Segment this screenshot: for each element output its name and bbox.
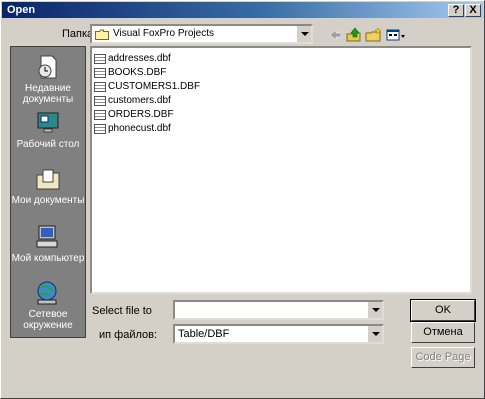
place-my-computer[interactable]: Мой компьютер (11, 223, 85, 264)
file-item[interactable]: CUSTOMERS1.DBF (94, 80, 200, 93)
file-item[interactable]: customers.dbf (94, 94, 171, 107)
look-in-arrow[interactable] (296, 26, 311, 42)
close-button[interactable]: X (465, 4, 481, 17)
folder-icon (95, 29, 109, 40)
cancel-button[interactable]: Отмена (411, 322, 475, 343)
place-label: Недавние документы (22, 83, 74, 105)
desktop-icon (37, 112, 59, 133)
file-item[interactable]: addresses.dbf (94, 52, 171, 65)
dbf-file-icon (94, 81, 106, 92)
ok-button[interactable]: OK (410, 299, 476, 322)
look-in-value: Visual FoxPro Projects (113, 28, 214, 39)
file-type-label: ип файлов: (99, 329, 158, 341)
recent-documents-icon (38, 55, 57, 79)
file-type-dropdown[interactable]: Table/DBF (173, 324, 384, 344)
dbf-file-icon (94, 123, 106, 134)
file-type-arrow[interactable] (367, 326, 382, 342)
up-folder-icon[interactable] (345, 27, 363, 43)
file-name-dropdown[interactable] (173, 300, 384, 320)
place-desktop[interactable]: Рабочий стол (11, 109, 85, 150)
network-icon (37, 281, 57, 305)
place-recent-documents[interactable]: Недавние документы (11, 53, 85, 105)
place-label: Рабочий стол (16, 139, 80, 150)
file-item[interactable]: ORDERS.DBF (94, 108, 174, 121)
help-button[interactable]: ? (448, 4, 464, 17)
places-bar: Недавние документы Рабочий стол Мои доку… (10, 46, 86, 338)
code-page-button[interactable]: Code Page (411, 347, 475, 368)
place-label: Сетевое окружение (23, 309, 73, 331)
my-documents-icon (36, 169, 60, 190)
file-type-value: Table/DBF (178, 328, 230, 340)
dbf-file-icon (94, 109, 106, 120)
dbf-file-icon (94, 95, 106, 106)
file-list[interactable]: addresses.dbf BOOKS.DBF CUSTOMERS1.DBF c… (90, 46, 472, 294)
place-network[interactable]: Сетевое окружение (11, 279, 85, 331)
my-computer-icon (36, 225, 58, 248)
title-bar: Open ? X (2, 2, 483, 18)
new-folder-icon[interactable] (365, 27, 383, 43)
dbf-file-icon (94, 67, 106, 78)
window-title: Open (7, 4, 36, 16)
place-my-documents[interactable]: Мои документы (11, 165, 85, 206)
place-label: Мой компьютер (11, 253, 85, 264)
file-item[interactable]: phonecust.dbf (94, 122, 171, 135)
file-item[interactable]: BOOKS.DBF (94, 66, 166, 79)
file-name-arrow[interactable] (367, 302, 382, 318)
look-in-dropdown[interactable]: Visual FoxPro Projects (90, 24, 313, 44)
back-arrow-icon[interactable] (326, 27, 344, 43)
dbf-file-icon (94, 53, 106, 64)
open-dialog: Open ? X Папка: Visual FoxPro Projects Н… (0, 0, 485, 399)
select-file-label: Select file to (92, 305, 152, 317)
place-label: Мои документы (11, 195, 85, 206)
views-menu-icon[interactable] (386, 27, 406, 43)
